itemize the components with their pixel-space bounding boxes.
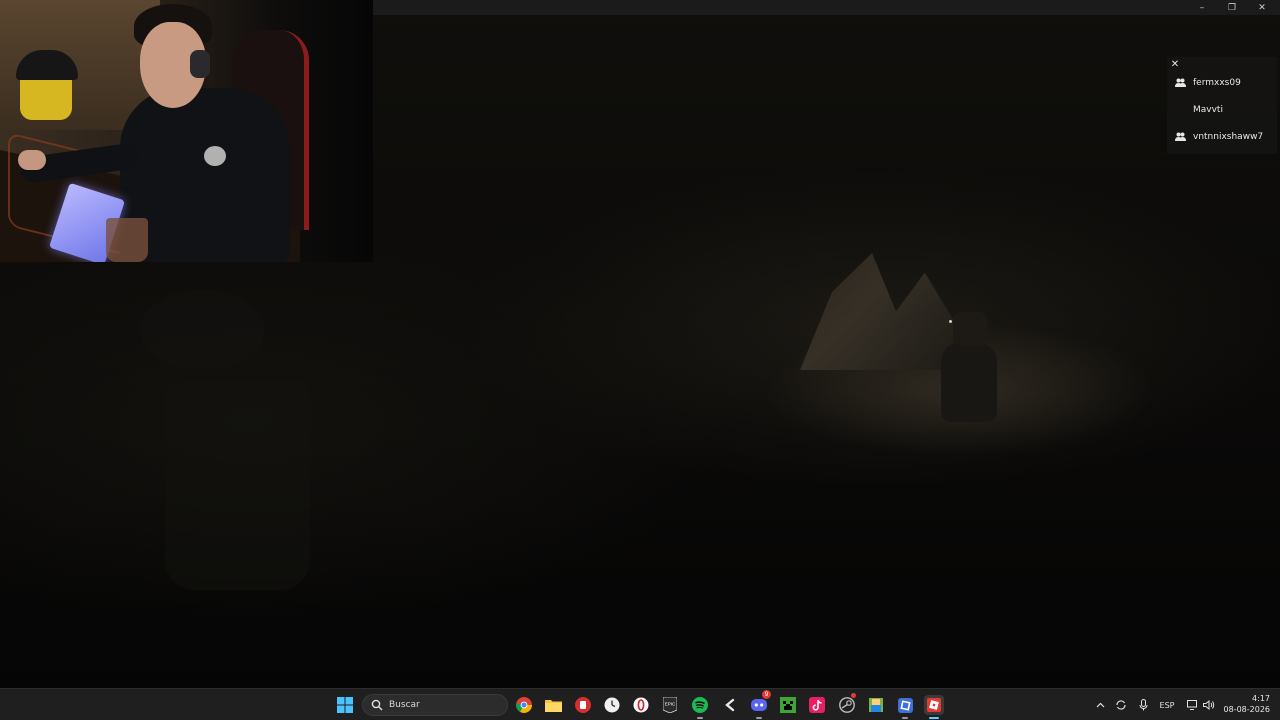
search-icon <box>371 699 383 711</box>
opera-gx-icon[interactable] <box>631 695 651 715</box>
volume-icon[interactable] <box>1202 697 1216 713</box>
restore-button[interactable]: ❐ <box>1217 0 1247 15</box>
roblox-icon[interactable] <box>924 695 944 719</box>
red-app-icon[interactable] <box>573 695 593 715</box>
svg-text:EPIC: EPIC <box>665 702 676 707</box>
taskbar-clock[interactable]: 4:17 08-08-2026 <box>1222 693 1271 715</box>
minimize-button[interactable]: – <box>1187 0 1217 15</box>
taskbar: EPIC 9 ESP <box>0 688 1280 720</box>
spotify-icon[interactable] <box>690 695 710 719</box>
discord-notification-badge: 9 <box>762 690 771 699</box>
epic-games-icon[interactable]: EPIC <box>660 695 680 715</box>
discord-icon[interactable]: 9 <box>749 690 771 719</box>
player-list-item[interactable]: Mavvti <box>1167 96 1277 123</box>
steam-icon[interactable] <box>837 693 857 715</box>
clock-app-icon[interactable] <box>602 695 622 715</box>
search-input[interactable] <box>389 700 499 710</box>
chrome-icon[interactable] <box>514 695 534 715</box>
sync-icon[interactable] <box>1114 697 1128 713</box>
taskbar-search[interactable] <box>362 694 508 716</box>
tiktok-icon[interactable] <box>807 695 827 715</box>
player-name: vntnnixshaww7 <box>1193 131 1264 142</box>
minecraft-icon[interactable] <box>778 695 798 715</box>
virtualbox-icon[interactable] <box>895 695 915 719</box>
clock-time: 4:17 <box>1252 694 1270 703</box>
network-icon[interactable] <box>1186 697 1200 713</box>
shadow-figure <box>140 290 310 610</box>
close-window-button[interactable]: ✕ <box>1247 0 1277 15</box>
chevron-up-icon[interactable] <box>1094 697 1106 713</box>
player-name: fermxxs09 <box>1193 77 1241 88</box>
friends-icon <box>1175 132 1186 141</box>
friends-icon <box>1175 78 1186 87</box>
player-name: Mavvti <box>1193 104 1223 115</box>
player-list-item[interactable]: vntnnixshaww7 <box>1167 123 1277 150</box>
player-list-item[interactable]: fermxxs09 <box>1167 69 1277 96</box>
window-title-bar[interactable]: – ❐ ✕ <box>373 0 1280 15</box>
notification-dot <box>851 693 856 698</box>
microphone-icon[interactable] <box>1136 697 1150 713</box>
roblox-studio-icon[interactable] <box>866 695 886 715</box>
clock-date: 08-08-2026 <box>1223 705 1271 714</box>
g-app-icon[interactable] <box>719 695 739 715</box>
windows-start-icon[interactable] <box>335 695 355 715</box>
player-list-panel: ✕ fermxxs09 Mavvti vntnnixshaww7 <box>1167 57 1277 154</box>
player-character <box>935 312 1005 442</box>
language-indicator[interactable]: ESP <box>1156 697 1178 713</box>
webcam-overlay <box>0 0 373 262</box>
file-explorer-icon[interactable] <box>543 695 563 715</box>
